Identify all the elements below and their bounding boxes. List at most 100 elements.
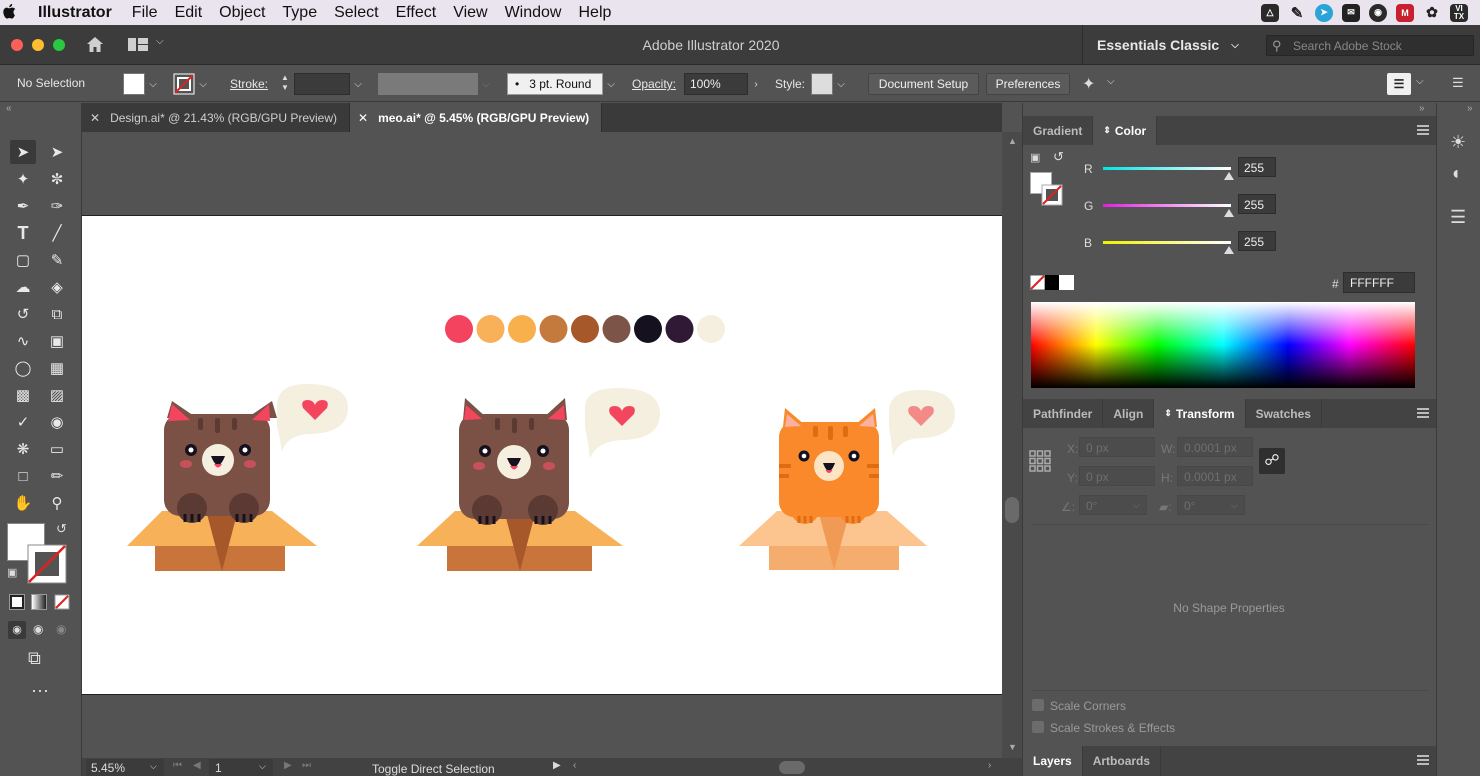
canvas[interactable]	[82, 132, 1002, 758]
slice-tool-icon[interactable]: ✏	[44, 464, 70, 488]
mesh-tool-icon[interactable]: ▩	[10, 383, 36, 407]
palette-swatch[interactable]	[445, 315, 473, 343]
zoom-tool-icon[interactable]: ⚲	[44, 491, 70, 515]
layers-menu-icon[interactable]: ☰	[1450, 207, 1466, 228]
telegram-tray-icon[interactable]: ➤	[1315, 3, 1333, 22]
artboard-number-field[interactable]: 1 ⌵	[209, 759, 273, 776]
draw-behind-icon[interactable]: ◉	[33, 622, 43, 636]
reference-point-icon[interactable]	[1029, 450, 1051, 472]
palette-swatch[interactable]	[697, 315, 725, 343]
artboard-tool-icon[interactable]: □	[10, 464, 36, 488]
curvature-tool-icon[interactable]: ✑	[44, 194, 70, 218]
previous-artboard-icon[interactable]: ◀	[193, 760, 201, 771]
close-icon[interactable]: ✕	[358, 111, 368, 125]
tab-artboards[interactable]: Artboards	[1083, 746, 1162, 776]
g-slider-handle[interactable]	[1224, 209, 1234, 217]
menu-type[interactable]: Type	[282, 4, 334, 22]
brush-definition-field[interactable]: • 3 pt. Round	[507, 73, 603, 95]
b-value-field[interactable]: 255	[1238, 231, 1276, 251]
vpn-tray-icon[interactable]: ◉	[1369, 3, 1387, 22]
scale-strokes-checkbox[interactable]	[1032, 721, 1044, 733]
document-setup-button[interactable]: Document Setup	[868, 73, 979, 95]
scroll-thumb[interactable]	[1005, 497, 1019, 523]
chevron-down-icon[interactable]: ⌵	[1416, 76, 1424, 87]
line-segment-tool-icon[interactable]: ╱	[44, 221, 70, 245]
tab-transform[interactable]: ⇕ Transform	[1154, 399, 1246, 428]
chevron-down-icon[interactable]: ⌵	[145, 73, 161, 95]
menu-app-name[interactable]: Illustrator	[0, 4, 132, 22]
b-slider-handle[interactable]	[1224, 246, 1234, 254]
default-colors-icon[interactable]: ▣	[1030, 151, 1040, 164]
chevron-down-icon[interactable]: ▼	[1008, 742, 1017, 752]
chevron-down-icon[interactable]: ⌵	[1107, 76, 1115, 87]
gradient-mode-icon[interactable]	[31, 594, 47, 610]
rotate-tool-icon[interactable]: ↺	[10, 302, 36, 326]
chevron-down-icon[interactable]: ⌵	[150, 761, 157, 772]
opacity-control[interactable]: 100% ›	[684, 73, 764, 95]
swap-fill-stroke-icon[interactable]: ↺	[56, 521, 67, 537]
none-swatch-icon[interactable]	[1030, 275, 1045, 290]
draw-normal-icon[interactable]: ◉	[8, 621, 26, 639]
tab-swatches[interactable]: Swatches	[1246, 399, 1322, 428]
vertical-scrollbar[interactable]: ▲ ▼	[1002, 132, 1022, 758]
tab-color[interactable]: ⇕ Color	[1093, 116, 1158, 145]
palette-swatch[interactable]	[665, 315, 694, 343]
search-adobe-stock-input[interactable]: ⚲ Search Adobe Stock	[1266, 35, 1474, 56]
preferences-button[interactable]: Preferences	[986, 73, 1070, 95]
zoom-level-field[interactable]: 5.45% ⌵	[86, 759, 164, 776]
chevron-down-icon[interactable]: ⌵	[833, 73, 849, 95]
last-artboard-icon[interactable]: ⏭	[302, 760, 311, 771]
r-slider[interactable]	[1103, 167, 1231, 170]
hex-value-field[interactable]: FFFFFF	[1343, 272, 1415, 293]
menu-file[interactable]: File	[132, 4, 175, 22]
column-graph-tool-icon[interactable]: ▭	[44, 437, 70, 461]
palette-swatch[interactable]	[602, 315, 631, 343]
lasso-tool-icon[interactable]: ✼	[44, 167, 70, 191]
appearance-panel-icon[interactable]: ☀	[1450, 132, 1466, 153]
clipboard-tray-icon[interactable]: ✎	[1288, 4, 1306, 22]
horizontal-scroll-thumb[interactable]	[779, 761, 805, 774]
chevron-down-icon[interactable]: ⌵	[350, 73, 366, 95]
type-tool-icon[interactable]: T	[10, 221, 36, 245]
chevron-down-icon[interactable]: ⌵	[195, 73, 211, 95]
stroke-swatch[interactable]: ⌵	[173, 73, 211, 95]
artboard[interactable]	[82, 215, 1002, 695]
default-fill-stroke-icon[interactable]: ▣	[7, 566, 17, 579]
menu-window[interactable]: Window	[505, 4, 579, 22]
tab-align[interactable]: Align	[1103, 399, 1155, 428]
opacity-field[interactable]: 100%	[684, 73, 748, 95]
close-icon[interactable]: ✕	[90, 111, 100, 125]
r-slider-handle[interactable]	[1224, 172, 1234, 180]
stroke-color-icon[interactable]	[27, 544, 67, 584]
menu-edit[interactable]: Edit	[175, 4, 220, 22]
tab-layers[interactable]: Layers	[1023, 746, 1083, 776]
messenger-tray-icon[interactable]: ✉	[1342, 3, 1360, 22]
scroll-left-icon[interactable]: ‹	[573, 760, 576, 771]
g-slider[interactable]	[1103, 204, 1231, 207]
palette-swatch[interactable]	[508, 315, 536, 343]
scroll-right-icon[interactable]: ›	[988, 760, 991, 771]
tab-meo-ai[interactable]: ✕ meo.ai* @ 5.45% (RGB/GPU Preview)	[350, 103, 603, 132]
first-artboard-icon[interactable]: ⏮	[173, 760, 182, 771]
menu-effect[interactable]: Effect	[396, 4, 454, 22]
chevron-up-icon[interactable]: ▲	[1008, 136, 1017, 146]
scale-tool-icon[interactable]: ⧉	[44, 302, 70, 326]
align-panel-icon[interactable]: ☰	[1387, 73, 1411, 95]
stroke-label[interactable]: Stroke:	[230, 77, 268, 91]
selection-tool-icon[interactable]: ➤	[10, 140, 36, 164]
width-tool-icon[interactable]: ∿	[10, 329, 36, 353]
select-similar-icon[interactable]: ✦	[1082, 74, 1095, 94]
magic-wand-tool-icon[interactable]: ✦	[10, 167, 36, 191]
shape-builder-tool-icon[interactable]: ◯	[10, 356, 36, 380]
collapse-panels-icon[interactable]: »	[1419, 103, 1425, 114]
chevron-down-icon[interactable]: ⌵	[603, 73, 619, 95]
constrain-proportions-link-icon[interactable]: ☍	[1259, 448, 1285, 474]
b-slider[interactable]	[1103, 241, 1231, 244]
palette-swatch[interactable]	[539, 315, 568, 343]
expand-panels-icon[interactable]: »	[1467, 103, 1473, 114]
tab-gradient[interactable]: Gradient	[1023, 116, 1094, 145]
menu-select[interactable]: Select	[334, 4, 395, 22]
shaper-tool-icon[interactable]: ☁	[10, 275, 36, 299]
r-value-field[interactable]: 255	[1238, 157, 1276, 177]
white-swatch[interactable]	[1059, 275, 1074, 290]
